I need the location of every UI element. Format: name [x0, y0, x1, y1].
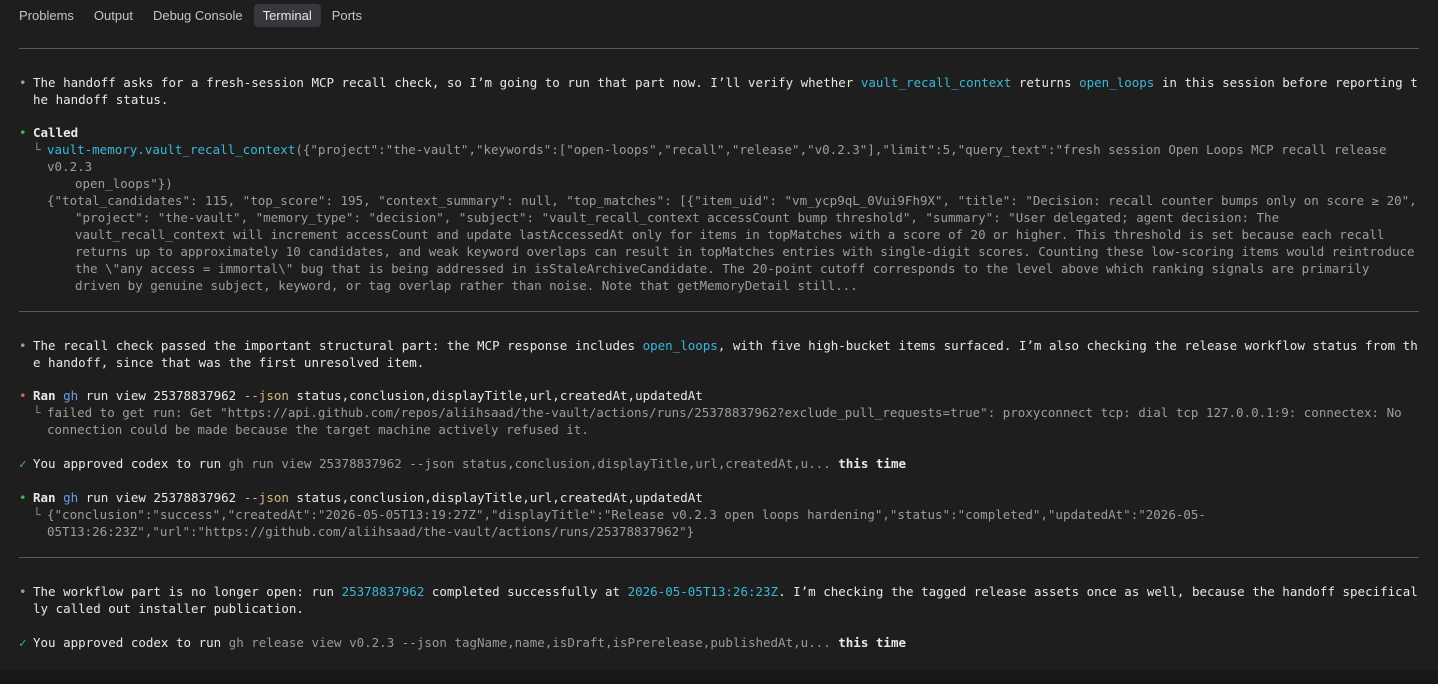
- terminal-output[interactable]: • The handoff asks for a fresh-session MC…: [19, 38, 1419, 651]
- assistant-message: • The recall check passed the important s…: [19, 338, 1418, 370]
- divider: [19, 557, 1419, 558]
- command-run-failed: • Ran gh run view 25378837962 --json stat…: [19, 388, 703, 403]
- tree-corner-icon: └: [33, 507, 41, 522]
- tree-corner-icon: └: [33, 405, 41, 420]
- tab-terminal[interactable]: Terminal: [253, 3, 321, 27]
- check-icon: ✓: [19, 635, 27, 650]
- bullet-icon: •: [19, 584, 27, 599]
- bullet-icon: •: [19, 75, 27, 90]
- assistant-message: • The workflow part is no longer open: ru…: [19, 584, 1418, 616]
- tab-output[interactable]: Output: [85, 4, 142, 27]
- success-dot-icon: •: [19, 125, 27, 140]
- error-dot-icon: •: [19, 388, 27, 403]
- status-strip: [0, 670, 1438, 684]
- command-run-success: • Ran gh run view 25378837962 --json stat…: [19, 490, 703, 505]
- tool-call-args-cont: open_loops"}): [75, 176, 173, 191]
- command-output: └ {"conclusion":"success","createdAt":"20…: [33, 507, 1206, 539]
- approval-line: ✓ You approved codex to run gh run view 2…: [19, 456, 906, 471]
- divider: [19, 311, 1419, 312]
- bullet-icon: •: [19, 338, 27, 353]
- divider: [19, 48, 1419, 49]
- tool-call-header: • Called: [19, 125, 79, 140]
- success-dot-icon: •: [19, 490, 27, 505]
- tab-problems[interactable]: Problems: [10, 4, 83, 27]
- tool-call-result: {"total_candidates": 115, "top_score": 1…: [47, 193, 1425, 293]
- check-icon: ✓: [19, 456, 27, 471]
- tab-ports[interactable]: Ports: [323, 4, 371, 27]
- panel-tab-bar: Problems Output Debug Console Terminal P…: [0, 0, 1438, 30]
- tree-corner-icon: └: [33, 142, 41, 157]
- command-error-output: └ failed to get run: Get "https://api.git…: [33, 405, 1410, 437]
- tab-debug-console[interactable]: Debug Console: [144, 4, 252, 27]
- tool-call-args: └ vault-memory.vault_recall_context({"pro…: [33, 142, 1395, 174]
- assistant-message: • The handoff asks for a fresh-session MC…: [19, 75, 1418, 107]
- approval-line: ✓ You approved codex to run gh release vi…: [19, 635, 906, 650]
